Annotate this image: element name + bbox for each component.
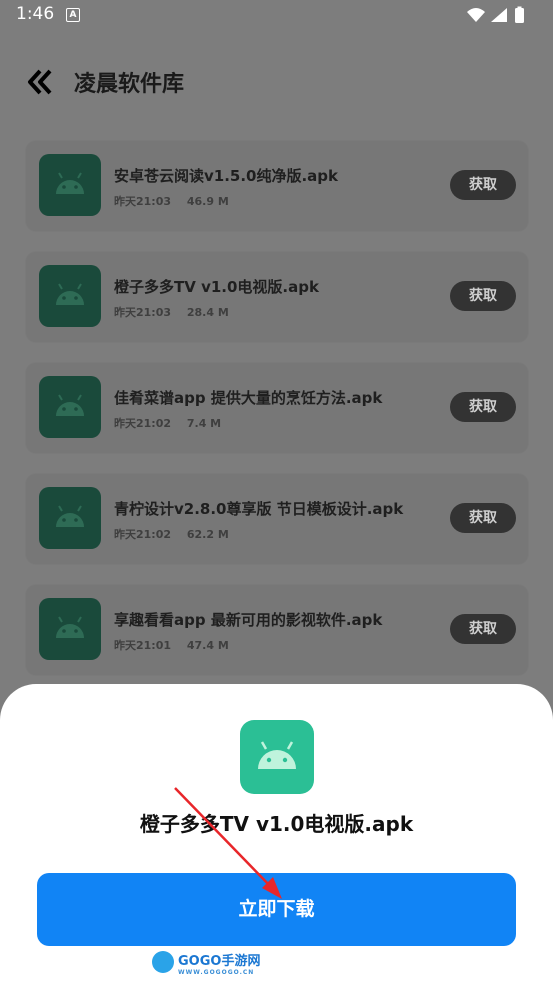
apk-thumbnail — [39, 487, 101, 549]
back-arrow-icon — [28, 69, 52, 95]
apk-thumbnail — [39, 598, 101, 660]
file-time: 昨天21:02 — [114, 528, 172, 541]
android-icon — [56, 616, 84, 638]
file-name: 享趣看看app 最新可用的影视软件.apk — [114, 611, 383, 629]
file-name: 青柠设计v2.8.0尊享版 节日模板设计.apk — [114, 500, 404, 518]
status-time: 1:46 — [16, 4, 55, 24]
file-name: 安卓苍云阅读v1.5.0纯净版.apk — [114, 167, 339, 185]
file-time: 昨天21:03 — [114, 195, 172, 208]
watermark-logo: GOGO手游网 WWW.GOGOGO.CN — [152, 950, 260, 976]
file-size: 46.9 M — [186, 195, 229, 208]
file-time: 昨天21:01 — [114, 639, 172, 652]
battery-icon — [515, 8, 524, 23]
file-size: 28.4 M — [186, 306, 229, 319]
android-icon — [56, 283, 84, 305]
file-time: 昨天21:02 — [114, 417, 172, 430]
page-title: 凌晨软件库 — [74, 72, 185, 97]
list-item[interactable]: 享趣看看app 最新可用的影视软件.apk 昨天21:01 47.4 M 获取 — [26, 585, 528, 675]
download-sheet: 橙子多多TV v1.0电视版.apk 立即下载 — [0, 684, 553, 984]
list-item[interactable]: 安卓苍云阅读v1.5.0纯净版.apk 昨天21:03 46.9 M 获取 — [26, 141, 528, 231]
selected-file-name: 橙子多多TV v1.0电视版.apk — [139, 812, 414, 836]
android-icon — [56, 394, 84, 416]
list-item[interactable]: 佳肴菜谱app 提供大量的烹饪方法.apk 昨天21:02 7.4 M 获取 — [26, 363, 528, 453]
watermark-brand: GOGO手游网 — [178, 954, 261, 969]
list-item[interactable]: 青柠设计v2.8.0尊享版 节日模板设计.apk 昨天21:02 62.2 M … — [26, 474, 528, 564]
get-button[interactable]: 获取 — [450, 614, 516, 644]
back-button[interactable] — [26, 67, 56, 97]
file-meta: 昨天21:02 62.2 M — [114, 526, 229, 542]
apk-thumbnail — [39, 376, 101, 438]
status-bar: 1:46 A — [0, 0, 553, 30]
gogo-logo-icon — [152, 950, 174, 973]
watermark-url: WWW.GOGOGO.CN — [178, 968, 255, 976]
apk-thumbnail — [39, 265, 101, 327]
apk-large-icon — [240, 720, 314, 794]
android-icon — [258, 741, 296, 769]
wifi-icon — [467, 8, 485, 22]
list-item[interactable]: 橙子多多TV v1.0电视版.apk 昨天21:03 28.4 M 获取 — [26, 252, 528, 342]
file-meta: 昨天21:02 7.4 M — [114, 415, 221, 431]
file-meta: 昨天21:01 47.4 M — [114, 637, 229, 653]
android-icon — [56, 172, 84, 194]
get-button[interactable]: 获取 — [450, 170, 516, 200]
get-button[interactable]: 获取 — [450, 503, 516, 533]
android-icon — [56, 505, 84, 527]
apk-thumbnail — [39, 154, 101, 216]
file-size: 47.4 M — [186, 639, 229, 652]
file-time: 昨天21:03 — [114, 306, 172, 319]
signal-icon — [491, 8, 507, 22]
notification-a-icon: A — [66, 8, 80, 22]
system-icons — [465, 6, 535, 29]
app-bar: 凌晨软件库 — [0, 60, 553, 104]
download-button[interactable]: 立即下载 — [37, 873, 516, 946]
get-button[interactable]: 获取 — [450, 392, 516, 422]
file-meta: 昨天21:03 28.4 M — [114, 304, 229, 320]
get-button[interactable]: 获取 — [450, 281, 516, 311]
file-size: 7.4 M — [186, 417, 222, 430]
file-name: 佳肴菜谱app 提供大量的烹饪方法.apk — [114, 389, 383, 407]
file-size: 62.2 M — [186, 528, 229, 541]
file-name: 橙子多多TV v1.0电视版.apk — [114, 278, 319, 296]
file-meta: 昨天21:03 46.9 M — [114, 193, 229, 209]
